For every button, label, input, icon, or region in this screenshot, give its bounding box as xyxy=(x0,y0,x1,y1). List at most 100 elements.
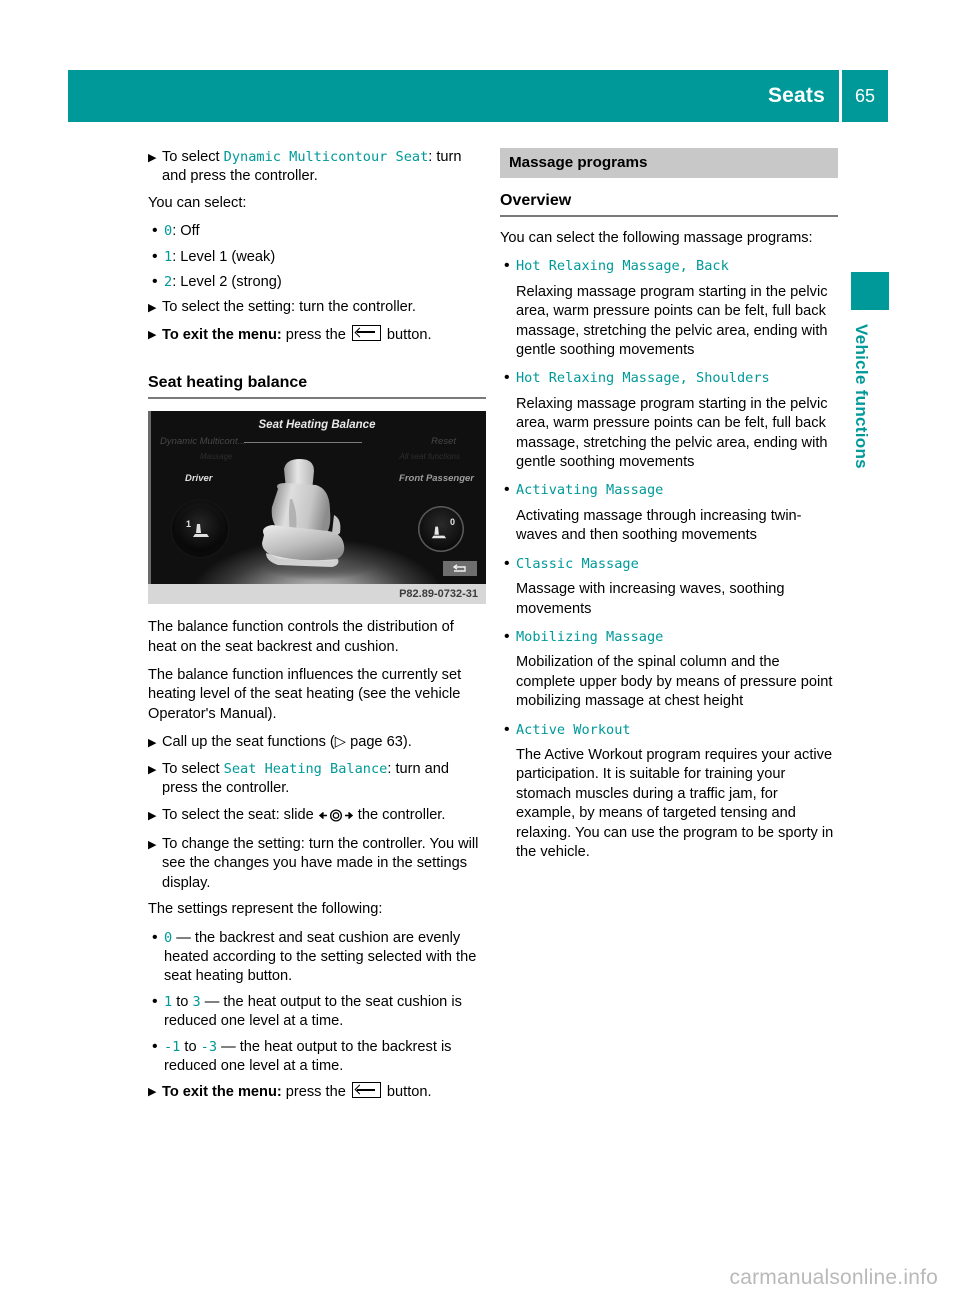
step-exit-menu-first: ▶ To exit the menu: press the button. xyxy=(148,324,486,345)
step-bold-lead: To exit the menu: xyxy=(162,1084,282,1101)
menu-item-seat-heating-balance: Seat Heating Balance xyxy=(223,760,388,777)
setting-dash: — xyxy=(172,929,195,946)
step-arrow-icon: ▶ xyxy=(148,328,157,341)
step-select-seat-heating-balance: ▶ To select Seat Heating Balance: turn a… xyxy=(148,760,486,799)
level-value: 1 xyxy=(164,248,173,265)
step-text-before: press the xyxy=(281,326,350,343)
step-text-after: the controller. xyxy=(353,806,446,823)
setting-dash: — xyxy=(217,1038,240,1055)
figure-left-bar xyxy=(148,411,151,585)
setting-value: 0 xyxy=(164,929,173,946)
program-name: Hot Relaxing Massage, Back xyxy=(516,258,729,275)
list-item-level-0: • 0: Off xyxy=(148,222,486,241)
bullet-dot-icon: • xyxy=(152,1037,158,1055)
step-select-the-seat: ▶ To select the seat: slide the controll… xyxy=(148,806,486,828)
page-number-block: 65 xyxy=(842,70,888,122)
dial-value-passenger: 0 xyxy=(449,517,455,528)
figure-caption: P82.89-0732-31 xyxy=(148,584,486,605)
step-arrow-icon: ▶ xyxy=(148,302,157,315)
figure-seat-heating-balance: Seat Heating Balance Dynamic Multicont..… xyxy=(148,411,486,605)
step-arrow-icon: ▶ xyxy=(148,809,157,822)
setting-value-2: 3 xyxy=(192,993,201,1010)
chapter-tab: Vehicle functions xyxy=(851,272,891,469)
header-title-band: Seats xyxy=(68,70,839,122)
bullet-dot-icon: • xyxy=(504,481,510,499)
step-text-prefix: To select xyxy=(162,760,224,777)
figure-caption-code: P82.89-0732-31 xyxy=(399,588,478,601)
step-arrow-icon: ▶ xyxy=(148,763,157,776)
step-text-prefix: To select xyxy=(162,149,224,165)
watermark: carmanualsonline.info xyxy=(729,1266,938,1289)
step-text-after: ). xyxy=(402,734,412,751)
list-item-setting-0: • 0 — the backrest and seat cushion are … xyxy=(148,929,486,987)
page-header: Seats 65 xyxy=(68,70,888,122)
step-select-dynamic-multicontour-seat: ▶ To select Dynamic Multicontour Seat: t… xyxy=(148,148,486,187)
right-column: Massage programs Overview You can select… xyxy=(500,148,838,871)
step-arrow-icon: ▶ xyxy=(148,152,157,164)
level-value: 2 xyxy=(164,274,173,291)
step-arrow-icon: ▶ xyxy=(148,838,157,851)
program-description: Mobilization of the spinal column and th… xyxy=(516,654,833,710)
setting-value: 1 xyxy=(164,993,173,1010)
slide-controller-icon xyxy=(318,808,353,828)
setting-value: -1 xyxy=(164,1038,181,1055)
step-text-after: button. xyxy=(382,326,432,343)
screen-label-driver: Driver xyxy=(185,473,213,485)
list-item-program: • Activating Massage xyxy=(500,481,838,500)
figure-image: Seat Heating Balance Dynamic Multicont..… xyxy=(148,411,486,585)
bullet-dot-icon: • xyxy=(152,928,158,946)
screen-back-button[interactable] xyxy=(443,561,477,577)
program-description: The Active Workout program requires your… xyxy=(516,746,834,860)
paragraph-balance-influences: The balance function influences the curr… xyxy=(148,667,462,722)
setting-text: the backrest and seat cushion are evenly… xyxy=(164,929,477,985)
setting-value-2: -3 xyxy=(200,1038,218,1055)
level-value: 0 xyxy=(164,223,173,240)
bullet-dot-icon: • xyxy=(504,257,510,275)
program-description: Relaxing massage program starting in the… xyxy=(516,395,828,471)
screen-title: Seat Heating Balance xyxy=(258,419,376,432)
heading-seat-heating-balance: Seat heating balance xyxy=(148,374,486,400)
screen-title-divider xyxy=(244,442,362,444)
level-text: : Level 1 (weak) xyxy=(172,248,276,265)
step-arrow-icon: ▶ xyxy=(148,737,157,750)
step-arrow-icon: ▶ xyxy=(148,1086,157,1099)
cross-ref-icon: ▷ xyxy=(334,734,347,751)
list-item-program: • Classic Massage xyxy=(500,555,838,574)
seat-icon xyxy=(193,524,209,538)
program-description: Massage with increasing waves, soothing … xyxy=(516,581,785,617)
step-select-the-setting: ▶ To select the setting: turn the contro… xyxy=(148,298,486,317)
list-item-program: • Hot Relaxing Massage, Shoulders xyxy=(500,369,838,388)
seat-icon xyxy=(431,526,447,539)
step-change-the-setting: ▶ To change the setting: turn the contro… xyxy=(148,835,486,893)
list-item-program: • Mobilizing Massage xyxy=(500,628,838,647)
chapter-color-swatch xyxy=(851,272,889,310)
bullet-dot-icon: • xyxy=(504,627,510,645)
screen-menu-massage: Massage xyxy=(200,452,233,462)
program-name: Classic Massage xyxy=(516,555,639,572)
program-name: Mobilizing Massage xyxy=(516,628,664,645)
step-text-before: Call up the seat functions ( xyxy=(162,734,335,751)
setting-mid: to xyxy=(180,1038,201,1055)
page-title: Seats xyxy=(767,84,825,107)
back-arrow-icon xyxy=(452,564,466,572)
step-text: To change the setting: turn the controll… xyxy=(162,835,479,891)
step-exit-menu-second: ▶ To exit the menu: press the button. xyxy=(148,1082,486,1102)
list-item-program: • Active Workout xyxy=(500,721,838,740)
program-description: Relaxing massage program starting in the… xyxy=(516,283,828,359)
page-number: 65 xyxy=(854,85,876,106)
menu-item-dynamic-multicontour-seat: Dynamic Multicontour Seat xyxy=(223,149,429,165)
program-description: Activating massage through increasing tw… xyxy=(516,507,802,544)
heading-massage-programs: Massage programs xyxy=(500,148,838,178)
bullet-dot-icon: • xyxy=(152,222,158,240)
program-name: Activating Massage xyxy=(516,482,664,499)
level-text: : Level 2 (strong) xyxy=(172,274,282,291)
back-button-icon xyxy=(351,1082,381,1099)
left-column: ▶ To select Dynamic Multicontour Seat: t… xyxy=(148,148,486,1110)
you-can-select-label: You can select: xyxy=(148,194,247,211)
list-item-level-2: • 2: Level 2 (strong) xyxy=(148,273,486,292)
screen-label-front-passenger: Front Passenger xyxy=(399,473,474,485)
screen-dial-driver: 1 xyxy=(170,499,230,560)
bullet-dot-icon: • xyxy=(152,273,158,291)
paragraph-balance-controls: The balance function controls the distri… xyxy=(148,619,454,655)
